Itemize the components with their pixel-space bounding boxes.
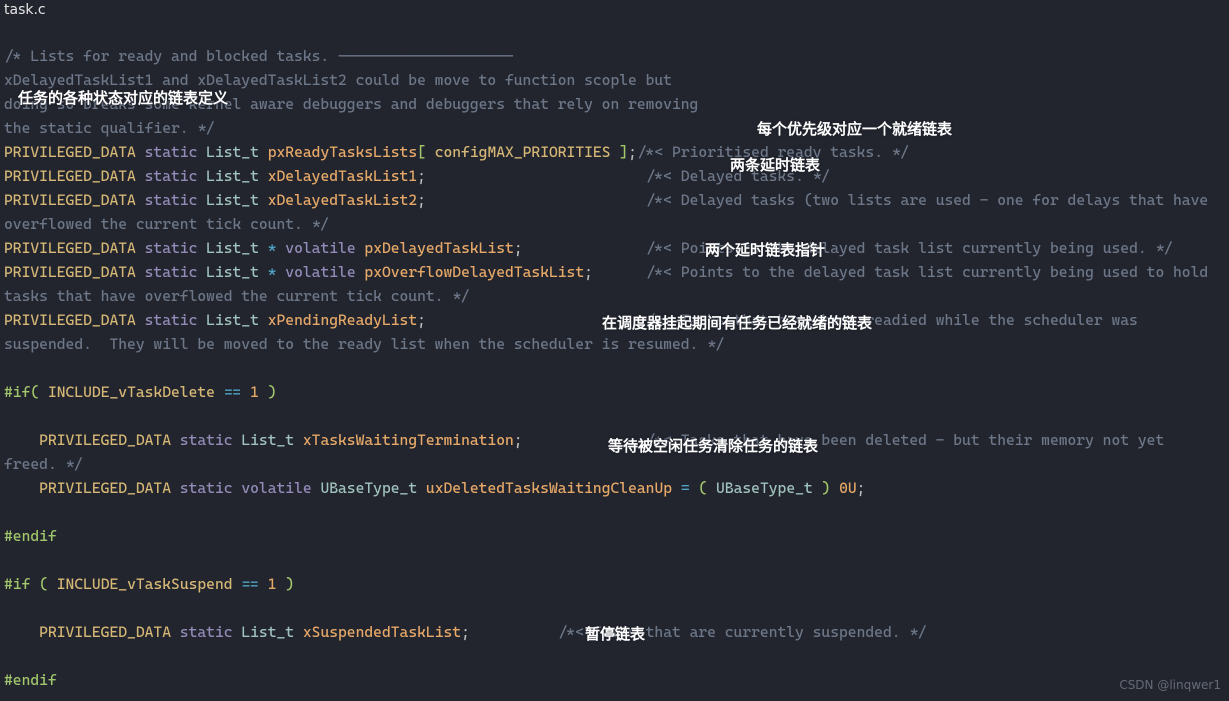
token: ( — [698, 479, 707, 497]
token: List_t — [241, 431, 294, 449]
token: List_t — [206, 239, 259, 257]
token: INCLUDE_vTaskSuspend — [57, 575, 233, 593]
token: static — [145, 143, 198, 161]
annotation-label: 在调度器挂起期间有任务已经就绪的链表 — [602, 311, 872, 335]
annotation-label: 任务的各种状态对应的链表定义 — [18, 86, 228, 110]
token: [ — [417, 143, 426, 161]
token: xPendingReadyList — [268, 311, 417, 329]
token: PRIVILEGED_DATA — [4, 263, 136, 281]
token: ; — [461, 623, 470, 641]
token: pxOverflowDelayedTaskList — [364, 263, 584, 281]
token: ) — [285, 575, 294, 593]
comment: /* Lists for ready and blocked tasks. --… — [4, 47, 514, 65]
watermark: CSDN @linqwer1 — [1119, 673, 1221, 697]
token: 1 — [250, 383, 259, 401]
token: List_t — [206, 167, 259, 185]
token: PRIVILEGED_DATA — [4, 479, 171, 497]
token: UBaseType_t — [716, 479, 813, 497]
token: UBaseType_t — [320, 479, 417, 497]
token: ; — [628, 143, 637, 161]
token: 0U — [839, 479, 857, 497]
token: * — [268, 263, 277, 281]
token: PRIVILEGED_DATA — [4, 191, 136, 209]
token: List_t — [206, 143, 259, 161]
annotation-label: 两个延时链表指针 — [705, 238, 825, 262]
token: pxDelayedTaskList — [364, 239, 513, 257]
token: static — [180, 431, 233, 449]
annotation-label: 两条延时链表 — [730, 153, 820, 177]
token: xDelayedTaskList1 — [268, 167, 417, 185]
token: #endif — [4, 671, 57, 689]
comment: /*< Tasks that are currently suspended. … — [470, 623, 927, 641]
token: == — [224, 383, 242, 401]
token: ] — [619, 143, 628, 161]
token: PRIVILEGED_DATA — [4, 431, 171, 449]
token: ; — [514, 431, 523, 449]
token: configMAX_PRIORITIES — [435, 143, 611, 161]
token: static — [145, 263, 198, 281]
token: xSuspendedTaskList — [303, 623, 461, 641]
token: static — [145, 167, 198, 185]
token: static — [180, 623, 233, 641]
token: ; — [417, 311, 426, 329]
token: ; — [417, 167, 426, 185]
token: * — [268, 239, 277, 257]
token: ) — [268, 383, 277, 401]
token: static — [145, 191, 198, 209]
token: static — [180, 479, 233, 497]
token: ( — [39, 575, 48, 593]
token: uxDeletedTasksWaitingCleanUp — [426, 479, 672, 497]
token: #if — [4, 383, 30, 401]
annotation-label: 暂停链表 — [585, 622, 645, 646]
token: ; — [514, 239, 523, 257]
token: ) — [821, 479, 830, 497]
token: PRIVILEGED_DATA — [4, 167, 136, 185]
token: volatile — [285, 263, 355, 281]
token: List_t — [241, 623, 294, 641]
token: ; — [584, 263, 593, 281]
token: PRIVILEGED_DATA — [4, 623, 171, 641]
annotation-label: 等待被空闲任务清除任务的链表 — [608, 434, 818, 458]
token: static — [145, 239, 198, 257]
token: = — [681, 479, 690, 497]
token: xDelayedTaskList2 — [268, 191, 417, 209]
token: ; — [417, 191, 426, 209]
token: pxReadyTasksLists — [268, 143, 417, 161]
code-block: /* Lists for ready and blocked tasks. --… — [0, 20, 1229, 696]
token: 1 — [268, 575, 277, 593]
token: #endif — [4, 527, 57, 545]
token: INCLUDE_vTaskDelete — [48, 383, 215, 401]
token: PRIVILEGED_DATA — [4, 239, 136, 257]
token: ; — [857, 479, 866, 497]
token: List_t — [206, 263, 259, 281]
token: PRIVILEGED_DATA — [4, 143, 136, 161]
token: xTasksWaitingTermination — [303, 431, 514, 449]
token: == — [241, 575, 259, 593]
token: PRIVILEGED_DATA — [4, 311, 136, 329]
comment: /*< Points to the delayed task list curr… — [523, 239, 1173, 257]
token: List_t — [206, 191, 259, 209]
annotation-label: 每个优先级对应一个就绪链表 — [757, 117, 952, 141]
token: List_t — [206, 311, 259, 329]
token: volatile — [285, 239, 355, 257]
token: static — [145, 311, 198, 329]
comment: the static qualifier. */ — [4, 119, 215, 137]
file-name: task.c — [0, 0, 1229, 20]
token: volatile — [241, 479, 311, 497]
token: #if — [4, 575, 30, 593]
token: ( — [30, 383, 39, 401]
